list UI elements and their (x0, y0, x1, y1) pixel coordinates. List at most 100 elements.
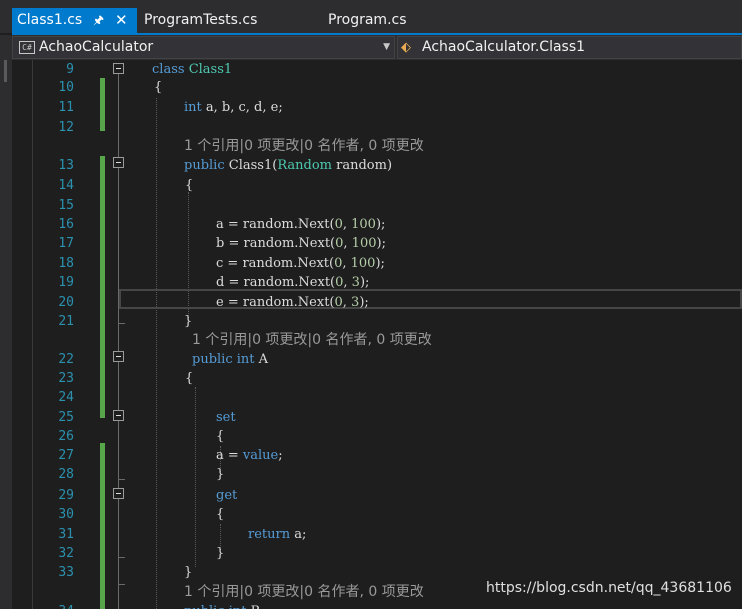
line-number: 14 (58, 178, 74, 193)
line-number: 20 (58, 295, 74, 310)
code-line: set (216, 408, 236, 428)
change-bar (100, 156, 105, 418)
pin-icon[interactable]: 🖈︎ (93, 8, 104, 33)
watermark-text: https://blog.csdn.net/qq_43681106 (486, 580, 732, 596)
line-number: 30 (58, 507, 74, 522)
code-line: { (154, 78, 162, 98)
code-token: , (343, 275, 352, 290)
code-token: , (342, 295, 352, 310)
code-token: 100 (351, 236, 377, 251)
code-token: a, b, c, d, e; (201, 100, 283, 115)
code-token: 100 (351, 217, 376, 232)
margin-marker (4, 60, 7, 82)
close-icon[interactable]: ✕ (115, 8, 128, 33)
code-line: e = random.Next(0, 3); (216, 293, 369, 313)
tab-program[interactable]: Program.cs (328, 8, 407, 33)
code-line: a = random.Next(0, 100); (216, 215, 385, 235)
code-line: public int A (192, 350, 268, 370)
line-number: 16 (58, 217, 74, 232)
line-number: 10 (58, 80, 74, 95)
tab-class1[interactable]: Class1.cs 🖈︎ ✕ (12, 8, 137, 33)
navigation-bar: C# AchaoCalculator ▼ ⬖ AchaoCalculator.Cla… (0, 35, 742, 60)
line-number: 25 (58, 410, 74, 425)
class-icon: ⬖ (401, 40, 411, 55)
collapse-toggle[interactable] (113, 63, 124, 74)
line-number: 19 (58, 275, 74, 290)
code-token: int (184, 100, 202, 115)
code-line: public int B (184, 602, 260, 609)
indent-guide (156, 98, 157, 609)
code-token: B (247, 604, 261, 609)
line-number: 31 (58, 527, 74, 542)
line-number: 24 (58, 390, 74, 405)
code-line: { (185, 176, 193, 196)
code-token: 3 (351, 275, 360, 290)
code-line: { (185, 369, 193, 389)
collapse-toggle[interactable] (113, 157, 124, 168)
line-number: 29 (58, 488, 74, 503)
code-token: } (216, 467, 225, 482)
code-token: { (185, 371, 194, 386)
code-line: } (184, 563, 192, 583)
line-number: 15 (58, 198, 74, 213)
code-line: } (184, 312, 192, 332)
code-line: c = random.Next(0, 100); (216, 254, 385, 274)
line-number: 33 (58, 565, 74, 580)
line-number: 26 (58, 429, 74, 444)
code-token: random) (332, 158, 393, 173)
code-token: public (192, 352, 233, 367)
gutter-separator (32, 60, 33, 609)
csharp-project-icon: C# (19, 41, 35, 54)
code-token: a = (216, 448, 243, 463)
line-number: 34 (36, 602, 74, 609)
outline-end (118, 557, 125, 558)
type-dropdown[interactable]: ⬖ AchaoCalculator.Class1 (397, 36, 742, 59)
code-token: value (242, 448, 279, 463)
code-token: get (216, 488, 238, 503)
line-number: 21 (58, 314, 74, 329)
change-bar (100, 443, 105, 609)
chevron-down-icon[interactable]: ▼ (383, 37, 390, 58)
indent-guide (195, 387, 196, 567)
code-lens[interactable]: 1 个引用|0 项更改|0 名作者, 0 项更改 (192, 330, 432, 350)
code-line: b = random.Next(0, 100); (216, 234, 386, 254)
code-token: e = random.Next( (216, 295, 335, 310)
code-token: Class1( (224, 158, 278, 173)
document-tab-strip: Class1.cs 🖈︎ ✕ ProgramTests.cs Program.c… (0, 0, 742, 33)
code-editor[interactable]: 1 个引用|0 项更改|0 名作者, 0 项更改 1 个引用|0 项更改|0 名… (12, 60, 742, 609)
code-token: } (184, 565, 193, 580)
code-token: A (254, 352, 269, 367)
outline-end (118, 479, 125, 480)
code-line: return a; (248, 525, 306, 545)
code-line: } (216, 465, 224, 485)
line-number: 12 (58, 120, 74, 135)
tab-label: Program.cs (328, 12, 407, 28)
code-token: ); (375, 217, 386, 232)
project-dropdown[interactable]: C# AchaoCalculator ▼ (12, 36, 395, 59)
code-line: class Class1 (152, 60, 232, 80)
collapse-toggle[interactable] (113, 488, 124, 499)
code-line: public Class1(Random random) (184, 156, 392, 176)
line-number: 18 (58, 256, 74, 271)
code-token: a = random.Next( (216, 217, 335, 232)
change-bar (100, 78, 105, 131)
code-token: Random (277, 158, 332, 173)
code-token: public (184, 604, 225, 609)
line-number: 28 (58, 467, 74, 482)
code-token: { (154, 80, 163, 95)
code-lens[interactable]: 1 个引用|0 项更改|0 名作者, 0 项更改 (184, 136, 424, 156)
tab-programtests[interactable]: ProgramTests.cs (144, 8, 257, 33)
type-name: AchaoCalculator.Class1 (422, 39, 586, 55)
code-token: ); (359, 275, 370, 290)
code-line: { (216, 505, 224, 525)
code-token: b = random.Next( (216, 236, 336, 251)
code-token: 0 (334, 295, 343, 310)
code-lens[interactable]: 1 个引用|0 项更改|0 名作者, 0 项更改 (184, 582, 424, 602)
line-number: 32 (58, 546, 74, 561)
code-line: d = random.Next(0, 3); (216, 273, 369, 293)
collapse-toggle[interactable] (113, 410, 124, 421)
code-line: { (216, 427, 224, 447)
current-line-highlight (119, 289, 742, 309)
collapse-toggle[interactable] (113, 351, 124, 362)
code-token: int (229, 604, 247, 609)
